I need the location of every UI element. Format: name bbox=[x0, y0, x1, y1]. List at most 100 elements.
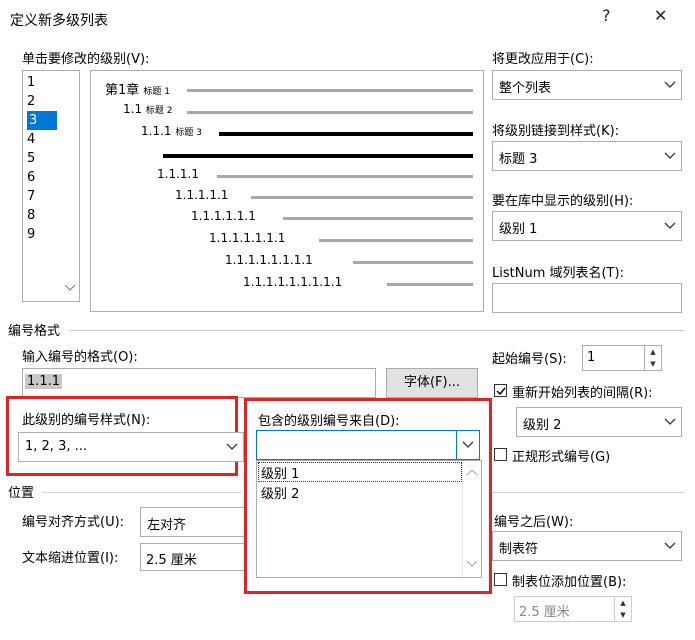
preview-num-4: 1.1.1.1 bbox=[157, 167, 199, 181]
num-style-value: 1, 2, 3, ... bbox=[25, 439, 88, 454]
preview-num-7: 1.1.1.1.1.1.1 bbox=[209, 231, 286, 245]
preview-label: 标题 2 bbox=[145, 106, 173, 116]
apply-to-value: 整个列表 bbox=[499, 81, 552, 96]
link-style-combo[interactable]: 标题 3 bbox=[492, 141, 682, 171]
scroll-up-icon[interactable] bbox=[466, 465, 478, 480]
gallery-level-label: 要在库中显示的级别(H): bbox=[492, 194, 634, 209]
dropdown-option[interactable]: 级别 2 bbox=[261, 483, 299, 502]
preview-num-3: 1.1.1 标题 3 bbox=[141, 124, 202, 138]
indent-value: 2.5 厘米 bbox=[146, 553, 197, 568]
restart-label: 重新开始列表的间隔(R): bbox=[512, 386, 653, 401]
spin-up-icon[interactable]: ▲ bbox=[614, 597, 631, 609]
preview-bar bbox=[319, 239, 473, 242]
level-item[interactable]: 9 bbox=[27, 225, 35, 244]
preview-bar bbox=[187, 89, 473, 92]
gallery-level-combo[interactable]: 级别 1 bbox=[492, 211, 682, 241]
scroll-down-icon[interactable] bbox=[466, 556, 478, 571]
dialog: 定义新多级列表 ? ✕ 单击要修改的级别(V): 1 2 3 4 5 6 7 8… bbox=[0, 0, 695, 640]
preview-bar bbox=[387, 283, 473, 286]
alignment-label: 编号对齐方式(U): bbox=[22, 515, 125, 530]
preview-bar bbox=[187, 111, 473, 114]
tab-add-value: 2.5 厘米 bbox=[519, 605, 570, 620]
start-at-spinner[interactable]: 1 ▲ ▼ bbox=[582, 345, 662, 371]
level-item[interactable]: 6 bbox=[27, 168, 35, 187]
dropdown-option[interactable]: 级别 1 bbox=[261, 463, 299, 482]
format-input-label: 输入编号的格式(O): bbox=[22, 350, 138, 365]
levels-listbox[interactable]: 1 2 3 4 5 6 7 8 9 bbox=[22, 70, 80, 302]
apply-to-label: 将更改应用于(C): bbox=[492, 52, 594, 67]
follow-combo[interactable]: 制表符 bbox=[492, 531, 682, 561]
section-divider bbox=[70, 330, 685, 331]
start-at-label: 起始编号(S): bbox=[492, 352, 567, 367]
close-button[interactable]: ✕ bbox=[654, 6, 667, 25]
dropdown-scrollbar[interactable] bbox=[462, 461, 481, 577]
section-divider bbox=[42, 492, 242, 493]
alignment-value: 左对齐 bbox=[147, 518, 187, 533]
preview-num-5: 1.1.1.1.1 bbox=[175, 188, 229, 202]
chevron-down-icon[interactable] bbox=[658, 71, 681, 99]
chevron-down-icon[interactable] bbox=[658, 408, 681, 436]
preview-bar-selected bbox=[219, 132, 473, 136]
follow-value: 制表符 bbox=[499, 542, 539, 557]
link-style-label: 将级别链接到样式(K): bbox=[492, 124, 620, 139]
alignment-combo[interactable]: 左对齐 bbox=[140, 507, 246, 537]
spin-down-icon[interactable]: ▼ bbox=[614, 609, 631, 621]
apply-to-combo[interactable]: 整个列表 bbox=[492, 70, 682, 100]
num-style-combo[interactable]: 1, 2, 3, ... bbox=[18, 432, 244, 462]
levels-label: 单击要修改的级别(V): bbox=[22, 52, 150, 67]
format-input[interactable]: 1.1.1 bbox=[22, 368, 376, 398]
preview-label: 标题 1 bbox=[143, 87, 171, 97]
legal-label: 正规形式编号(G) bbox=[512, 450, 611, 465]
font-button[interactable]: 字体(F)... bbox=[386, 368, 478, 398]
link-style-value: 标题 3 bbox=[499, 152, 538, 167]
indent-spinner[interactable]: 2.5 厘米 bbox=[140, 543, 246, 571]
tab-add-checkbox[interactable] bbox=[494, 573, 507, 586]
level-item[interactable]: 1 bbox=[27, 73, 35, 92]
tab-add-label: 制表位添加位置(B): bbox=[512, 575, 627, 590]
preview-bar bbox=[283, 217, 473, 220]
chevron-down-icon[interactable] bbox=[220, 433, 243, 461]
preview-num-8: 1.1.1.1.1.1.1.1 bbox=[225, 253, 313, 267]
chevron-down-icon[interactable] bbox=[658, 532, 681, 560]
restart-value: 级别 2 bbox=[523, 418, 562, 433]
level-item[interactable]: 8 bbox=[27, 206, 35, 225]
preview-num-1: 第1章 标题 1 bbox=[105, 79, 170, 98]
spin-up-icon[interactable]: ▲ bbox=[644, 346, 661, 358]
preview-num-2: 1.1 标题 2 bbox=[123, 102, 173, 116]
preview-bar bbox=[251, 196, 473, 199]
scroll-down-icon[interactable] bbox=[64, 280, 76, 295]
legal-checkbox[interactable] bbox=[494, 448, 507, 461]
preview-pane: 第1章 标题 1 1.1 标题 2 1.1.1 标题 3 1.1.1.1 1.1… bbox=[90, 70, 484, 312]
help-button[interactable]: ? bbox=[602, 6, 611, 25]
level-item[interactable]: 2 bbox=[27, 92, 35, 111]
level-item[interactable]: 7 bbox=[27, 187, 35, 206]
restart-combo[interactable]: 级别 2 bbox=[516, 407, 682, 437]
dialog-title: 定义新多级列表 bbox=[10, 13, 108, 29]
chevron-down-icon[interactable] bbox=[658, 212, 681, 240]
position-section-title: 位置 bbox=[8, 486, 35, 501]
num-style-label: 此级别的编号样式(N): bbox=[22, 413, 151, 428]
follow-label: 编号之后(W): bbox=[494, 515, 574, 530]
level-item[interactable]: 5 bbox=[27, 149, 35, 168]
section-divider bbox=[488, 492, 685, 493]
level-item-selected[interactable]: 3 bbox=[27, 111, 57, 130]
numformat-section-title: 编号格式 bbox=[8, 324, 61, 339]
check-icon bbox=[495, 387, 506, 395]
chevron-down-icon[interactable] bbox=[456, 431, 479, 459]
include-from-dropdown: 级别 1 级别 2 bbox=[256, 460, 482, 578]
spin-down-icon[interactable]: ▼ bbox=[644, 358, 661, 370]
format-input-value: 1.1.1 bbox=[25, 374, 63, 389]
preview-num-6: 1.1.1.1.1.1 bbox=[191, 209, 256, 223]
preview-bar bbox=[353, 261, 473, 264]
gallery-level-value: 级别 1 bbox=[499, 222, 538, 237]
preview-bar-selected bbox=[163, 154, 473, 158]
preview-num-9: 1.1.1.1.1.1.1.1.1 bbox=[243, 275, 343, 289]
include-from-combo[interactable] bbox=[256, 430, 480, 460]
listnum-label: ListNum 域列表名(T): bbox=[492, 266, 624, 281]
restart-checkbox[interactable] bbox=[494, 384, 507, 397]
tab-add-spinner[interactable]: 2.5 厘米 ▲ ▼ bbox=[514, 596, 632, 622]
level-item[interactable]: 4 bbox=[27, 130, 35, 149]
chevron-down-icon[interactable] bbox=[658, 142, 681, 170]
start-at-value: 1 bbox=[587, 350, 596, 365]
listnum-input[interactable] bbox=[492, 283, 682, 313]
